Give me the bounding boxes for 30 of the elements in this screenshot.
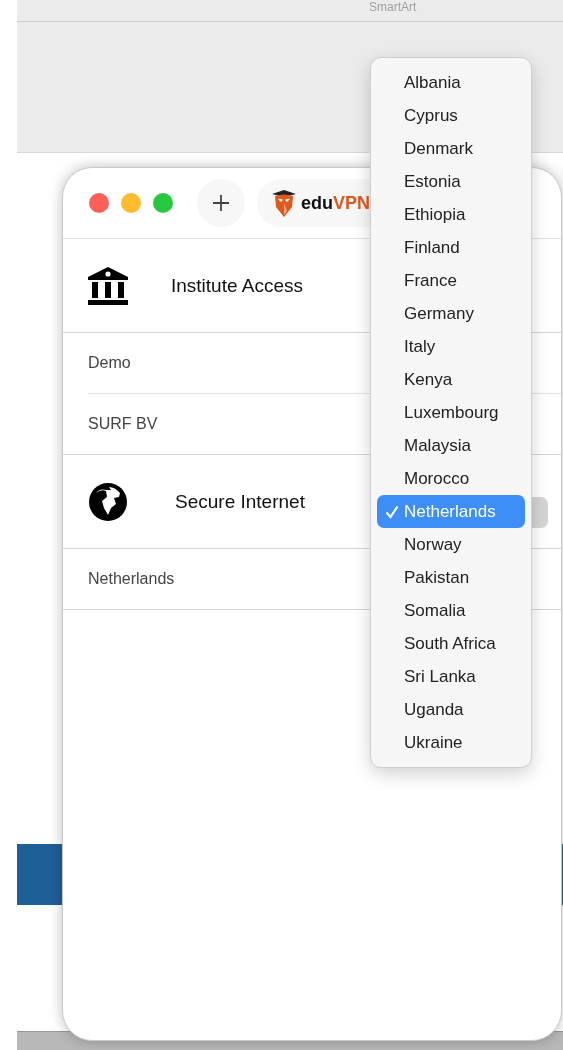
section-title: Secure Internet	[175, 490, 305, 513]
country-menu-item[interactable]: Cyprus	[377, 99, 525, 132]
country-menu-item[interactable]: Albania	[377, 66, 525, 99]
country-menu-item[interactable]: Sri Lanka	[377, 660, 525, 693]
country-menu-item[interactable]: Estonia	[377, 165, 525, 198]
country-menu-item[interactable]: Germany	[377, 297, 525, 330]
minimize-button[interactable]	[121, 193, 141, 213]
zoom-button[interactable]	[153, 193, 173, 213]
country-menu-item[interactable]: South Africa	[377, 627, 525, 660]
bank-icon	[87, 265, 129, 306]
country-menu-item[interactable]: Italy	[377, 330, 525, 363]
ribbon-label: SmartArt	[369, 0, 417, 14]
country-menu-item[interactable]: Denmark	[377, 132, 525, 165]
country-menu-item[interactable]: France	[377, 264, 525, 297]
globe-icon	[87, 480, 129, 523]
country-menu-item[interactable]: Kenya	[377, 363, 525, 396]
country-menu-item[interactable]: Pakistan	[377, 561, 525, 594]
country-menu-item[interactable]: Uganda	[377, 693, 525, 726]
logo-text: eduVPN	[301, 192, 371, 214]
country-menu-item[interactable]: Finland	[377, 231, 525, 264]
country-menu-item[interactable]: Morocco	[377, 462, 525, 495]
close-button[interactable]	[89, 193, 109, 213]
country-menu-item[interactable]: Ukraine	[377, 726, 525, 759]
country-menu-item[interactable]: Luxembourg	[377, 396, 525, 429]
owl-logo-icon	[271, 189, 297, 217]
add-button[interactable]	[197, 179, 245, 227]
country-menu-item[interactable]: Ethiopia	[377, 198, 525, 231]
plus-icon	[211, 193, 231, 213]
checkmark-icon	[385, 505, 399, 519]
section-title: Institute Access	[171, 274, 303, 297]
